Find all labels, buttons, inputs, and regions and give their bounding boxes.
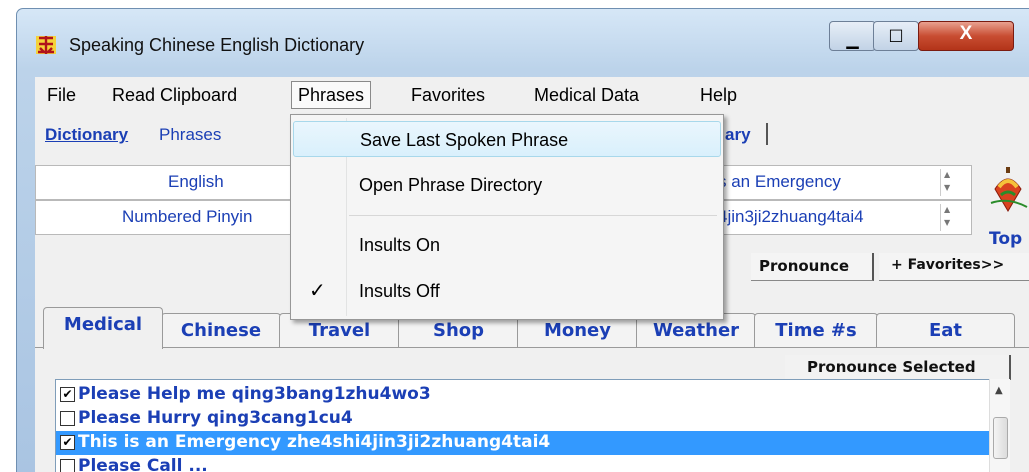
spinning-top-icon[interactable] — [987, 167, 1029, 221]
minimize-icon: ▁ — [846, 30, 859, 49]
menu-medical-data[interactable]: Medical Data — [534, 85, 639, 106]
tab-label: Money — [543, 320, 612, 341]
list-item-text: Please Hurry qing3cang1cu4 — [78, 408, 353, 428]
maximize-button[interactable]: □ — [873, 21, 919, 51]
checkbox[interactable] — [60, 459, 75, 472]
tab-partial[interactable]: ary — [725, 125, 751, 145]
list-item-text: Please Help me qing3bang1zhu4wo3 — [78, 384, 431, 404]
favorites-button[interactable]: + Favorites>> — [879, 253, 1029, 281]
spin-down-icon: ▼ — [944, 218, 951, 227]
spin-up-icon: ▲ — [944, 170, 951, 179]
menu-read-clipboard[interactable]: Read Clipboard — [112, 85, 237, 106]
pinyin-label: Numbered Pinyin — [122, 207, 253, 226]
pronounce-selected-label: Pronounce Selected — [807, 358, 976, 376]
tab-eat[interactable]: Eat — [876, 313, 1015, 348]
list-item[interactable]: ✔ This is an Emergency zhe4shi4jin3ji2zh… — [56, 431, 990, 455]
window-title: Speaking Chinese English Dictionary — [69, 35, 365, 55]
pronounce-button[interactable]: Pronounce — [751, 253, 874, 281]
menu-item-label: Insults On — [359, 235, 441, 255]
pronounce-selected-button[interactable]: Pronounce Selected — [785, 355, 1011, 380]
menu-insults-off[interactable]: ✓ Insults Off — [293, 273, 719, 307]
checkmark-icon: ✓ — [309, 280, 326, 302]
tab-divider — [35, 347, 1029, 348]
english-spinner[interactable]: ▲ ▼ — [940, 169, 955, 196]
close-button[interactable]: X — [918, 21, 1014, 51]
list-item[interactable]: Please Call ... — [56, 455, 990, 472]
top-label[interactable]: Top — [989, 229, 1022, 249]
tab-label: Shop — [432, 320, 485, 341]
list-item[interactable]: Please Hurry qing3cang1cu4 — [56, 407, 990, 431]
menu-phrases[interactable]: Phrases — [291, 81, 372, 109]
list-scrollbar[interactable]: ▲ — [989, 379, 1010, 472]
menu-file[interactable]: File — [47, 85, 76, 106]
tab-label: Medical — [63, 314, 143, 335]
menu-item-label: Open Phrase Directory — [359, 175, 543, 195]
list-item[interactable]: ✔ Please Help me qing3bang1zhu4wo3 — [56, 383, 990, 407]
phrases-dropdown-menu: Save Last Spoken Phrase Open Phrase Dire… — [290, 114, 724, 320]
tab-label: Weather — [652, 320, 740, 341]
menu-separator — [349, 215, 717, 216]
tab-chinese[interactable]: Chinese — [161, 313, 281, 348]
checkbox[interactable]: ✔ — [60, 435, 75, 450]
menu-item-label: Insults Off — [359, 281, 440, 301]
tab-time-numbers[interactable]: Time #s — [754, 313, 878, 348]
checkbox[interactable]: ✔ — [60, 387, 75, 402]
english-value: s an Emergency — [718, 172, 841, 191]
checkbox[interactable] — [60, 411, 75, 426]
menu-item-label: Save Last Spoken Phrase — [360, 130, 569, 150]
scroll-thumb[interactable] — [993, 417, 1008, 459]
pinyin-value: 4jin3ji2zhuang4tai4 — [718, 207, 864, 226]
minimize-button[interactable]: ▁ — [829, 21, 876, 51]
tab-dictionary[interactable]: Dictionary — [45, 125, 128, 145]
menu-favorites[interactable]: Favorites — [411, 85, 485, 106]
english-label: English — [168, 172, 224, 191]
menu-open-phrase-directory[interactable]: Open Phrase Directory — [293, 167, 719, 201]
tab-separator — [766, 123, 768, 145]
spin-down-icon: ▼ — [944, 183, 951, 192]
tab-label: Time #s — [775, 320, 857, 341]
scroll-up-icon[interactable]: ▲ — [995, 385, 1003, 396]
favorites-label: + Favorites>> — [891, 257, 1005, 273]
tab-label: Chinese — [180, 320, 262, 341]
close-icon: X — [959, 23, 973, 44]
menu-insults-on[interactable]: Insults On — [293, 227, 719, 261]
menu-help[interactable]: Help — [700, 85, 737, 106]
pinyin-spinner[interactable]: ▲ ▼ — [940, 204, 955, 231]
tab-medical[interactable]: Medical — [43, 307, 163, 349]
list-item-text: Please Call ... — [78, 456, 208, 472]
tab-phrases[interactable]: Phrases — [159, 125, 221, 145]
menu-bar: File Read Clipboard Phrases Favorites Me… — [35, 77, 1029, 111]
tab-label: Eat — [928, 320, 963, 341]
menu-save-last-spoken-phrase[interactable]: Save Last Spoken Phrase — [293, 121, 721, 157]
screen: Speaking Chinese English Dictionary ▁ □ … — [0, 0, 1029, 472]
phrase-list[interactable]: ✔ Please Help me qing3bang1zhu4wo3 Pleas… — [55, 379, 991, 472]
list-item-text: This is an Emergency zhe4shi4jin3ji2zhua… — [78, 432, 551, 452]
maximize-icon: □ — [888, 25, 904, 44]
pronounce-label: Pronounce — [759, 257, 850, 275]
app-logo-icon — [36, 36, 56, 54]
tab-label: Travel — [308, 320, 371, 341]
spin-up-icon: ▲ — [944, 205, 951, 214]
title-bar[interactable]: Speaking Chinese English Dictionary ▁ □ … — [17, 9, 1029, 79]
